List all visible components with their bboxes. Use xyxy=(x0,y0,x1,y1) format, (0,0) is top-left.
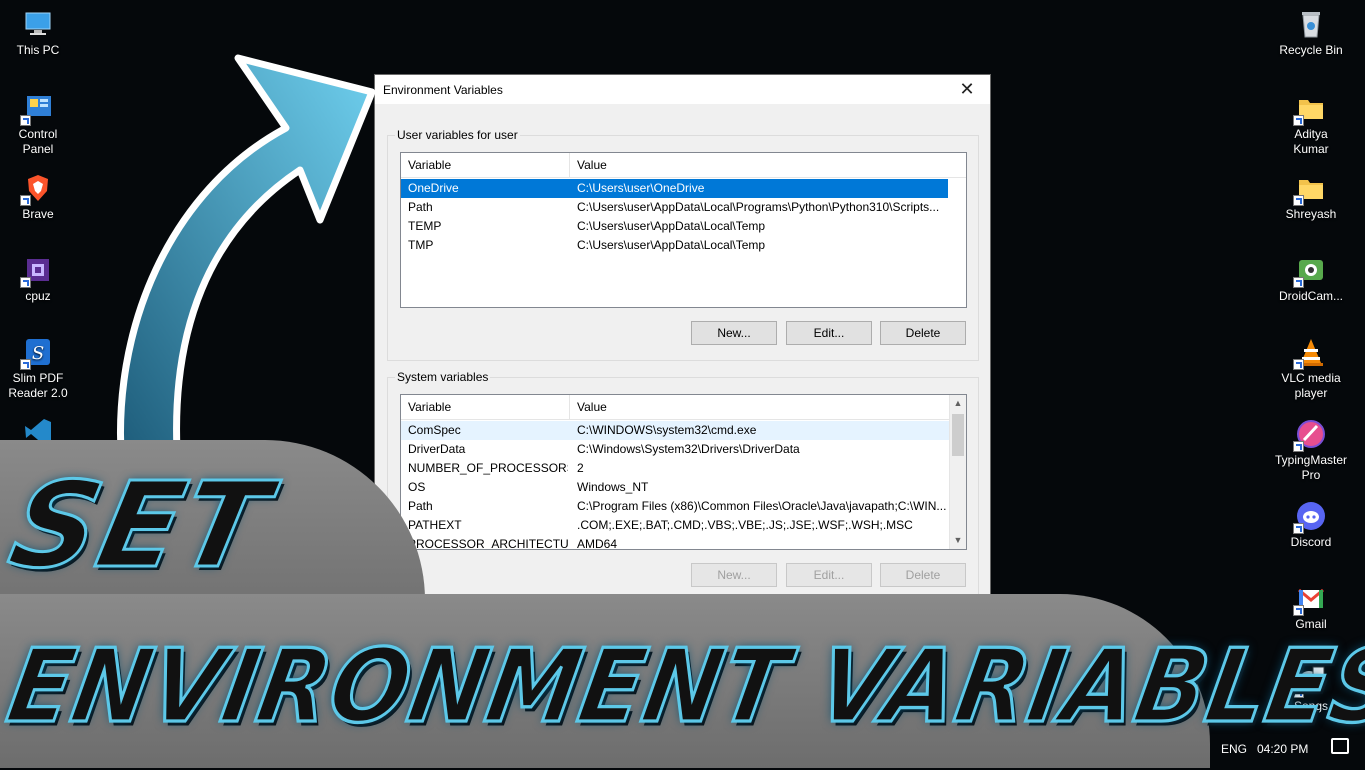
recycle-bin-icon xyxy=(1295,8,1327,40)
scroll-up-icon[interactable]: ▲ xyxy=(950,395,966,412)
dialog-titlebar[interactable]: Environment Variables ✕ xyxy=(375,75,990,104)
folder-icon xyxy=(1293,92,1327,126)
column-header-value[interactable]: Value xyxy=(570,395,950,419)
overlay-title-line2: ENVIRONMENT VARIABLES xyxy=(0,626,1365,747)
vertical-scrollbar[interactable]: ▲ ▼ xyxy=(949,395,966,549)
table-row[interactable]: Path C:\Users\user\AppData\Local\Program… xyxy=(401,198,966,217)
table-row[interactable]: OneDrive C:\Users\user\OneDrive xyxy=(401,179,948,198)
desktop-icon-label: Recycle Bin xyxy=(1279,43,1343,57)
value-cell: .COM;.EXE;.BAT;.CMD;.VBS;.VBE;.JS;.JSE;.… xyxy=(577,518,913,532)
value-cell: C:\Users\user\OneDrive xyxy=(577,181,705,195)
column-header-variable[interactable]: Variable xyxy=(401,153,570,177)
value-cell: C:\Users\user\AppData\Local\Temp xyxy=(577,238,766,252)
user-variables-list[interactable]: Variable Value OneDrive C:\Users\user\On… xyxy=(400,152,967,308)
discord-icon xyxy=(1293,500,1327,534)
desktop-icon-typingmaster[interactable]: TypingMaster Pro xyxy=(1273,418,1349,483)
variable-cell: TEMP xyxy=(408,219,442,233)
variable-cell: OneDrive xyxy=(408,181,459,195)
variable-cell: Path xyxy=(408,499,433,513)
typingmaster-icon xyxy=(1293,418,1327,452)
value-cell: AMD64 xyxy=(577,537,618,550)
desktop-icon-shreyash[interactable]: Shreyash xyxy=(1273,172,1349,222)
user-delete-button[interactable]: Delete xyxy=(880,321,966,345)
desktop-icon-label: DroidCam... xyxy=(1278,289,1343,303)
desktop-icon-recycle-bin[interactable]: Recycle Bin xyxy=(1273,8,1349,58)
desktop-icon-droidcam[interactable]: DroidCam... xyxy=(1273,254,1349,304)
desktop-icon-label: TypingMaster Pro xyxy=(1274,453,1348,482)
desktop-icon-label: VLC media player xyxy=(1281,371,1341,400)
value-cell: 2 xyxy=(577,461,584,475)
scroll-down-icon[interactable]: ▼ xyxy=(950,532,966,549)
table-row[interactable]: OS Windows_NT xyxy=(401,478,966,497)
desktop-icon-aditya-kumar[interactable]: Aditya Kumar xyxy=(1273,92,1349,157)
overlay-title-line1: SET xyxy=(0,455,282,596)
folder-icon xyxy=(1293,172,1327,206)
clock[interactable]: 04:20 PM xyxy=(1257,742,1308,756)
column-header-variable[interactable]: Variable xyxy=(401,395,570,419)
scroll-thumb[interactable] xyxy=(952,414,964,456)
value-cell: C:\Program Files (x86)\Common Files\Orac… xyxy=(577,499,947,513)
variable-cell: PATHEXT xyxy=(408,518,462,532)
user-edit-button[interactable]: Edit... xyxy=(786,321,872,345)
table-row[interactable]: NUMBER_OF_PROCESSORS 2 xyxy=(401,459,966,478)
table-row[interactable]: TMP C:\Users\user\AppData\Local\Temp xyxy=(401,236,966,255)
variable-cell: ComSpec xyxy=(408,423,461,437)
desktop-icon-label: Shreyash xyxy=(1285,207,1337,221)
system-edit-button[interactable]: Edit... xyxy=(786,563,872,587)
desktop-icon-vlc[interactable]: VLC media player xyxy=(1273,336,1349,401)
system-variables-list[interactable]: Variable Value ComSpec C:\WINDOWS\system… xyxy=(400,394,967,550)
value-cell: C:\Windows\System32\Drivers\DriverData xyxy=(577,442,800,456)
value-cell: Windows_NT xyxy=(577,480,649,494)
list-header: Variable Value xyxy=(401,395,949,420)
vlc-icon xyxy=(1293,336,1327,370)
system-tray: ENG 04:20 PM xyxy=(1205,732,1365,768)
curved-arrow-graphic xyxy=(117,54,376,472)
droidcam-icon xyxy=(1293,254,1327,288)
environment-variables-dialog: Environment Variables ✕ User variables f… xyxy=(374,74,991,614)
table-row[interactable]: PATHEXT .COM;.EXE;.BAT;.CMD;.VBS;.VBE;.J… xyxy=(401,516,966,535)
desktop-icon-label: Discord xyxy=(1290,535,1332,549)
variable-cell: DriverData xyxy=(408,442,466,456)
variable-cell: Path xyxy=(408,200,433,214)
close-icon[interactable]: ✕ xyxy=(944,75,990,104)
system-new-button[interactable]: New... xyxy=(691,563,777,587)
table-row[interactable]: Path C:\Program Files (x86)\Common Files… xyxy=(401,497,966,516)
table-row[interactable]: ComSpec C:\WINDOWS\system32\cmd.exe xyxy=(401,421,949,440)
system-delete-button[interactable]: Delete xyxy=(880,563,966,587)
value-cell: C:\Users\user\AppData\Local\Temp xyxy=(577,219,766,233)
table-row[interactable]: DriverData C:\Windows\System32\Drivers\D… xyxy=(401,440,966,459)
desktop-icon-discord[interactable]: Discord xyxy=(1273,500,1349,550)
table-row[interactable]: TEMP C:\Users\user\AppData\Local\Temp xyxy=(401,217,966,236)
variable-cell: OS xyxy=(408,480,426,494)
variable-cell: PROCESSOR_ARCHITECTURE xyxy=(408,537,568,550)
column-header-value[interactable]: Value xyxy=(570,153,950,177)
language-indicator[interactable]: ENG xyxy=(1221,742,1247,756)
notifications-icon[interactable] xyxy=(1331,738,1349,754)
value-cell: C:\Users\user\AppData\Local\Programs\Pyt… xyxy=(577,200,940,214)
user-new-button[interactable]: New... xyxy=(691,321,777,345)
value-cell: C:\WINDOWS\system32\cmd.exe xyxy=(577,423,757,437)
variable-cell: NUMBER_OF_PROCESSORS xyxy=(408,461,568,475)
table-row[interactable]: PROCESSOR_ARCHITECTURE AMD64 xyxy=(401,535,966,550)
desktop-icon-label: Aditya Kumar xyxy=(1293,127,1329,156)
variable-cell: TMP xyxy=(408,238,434,252)
list-header: Variable Value xyxy=(401,153,966,178)
